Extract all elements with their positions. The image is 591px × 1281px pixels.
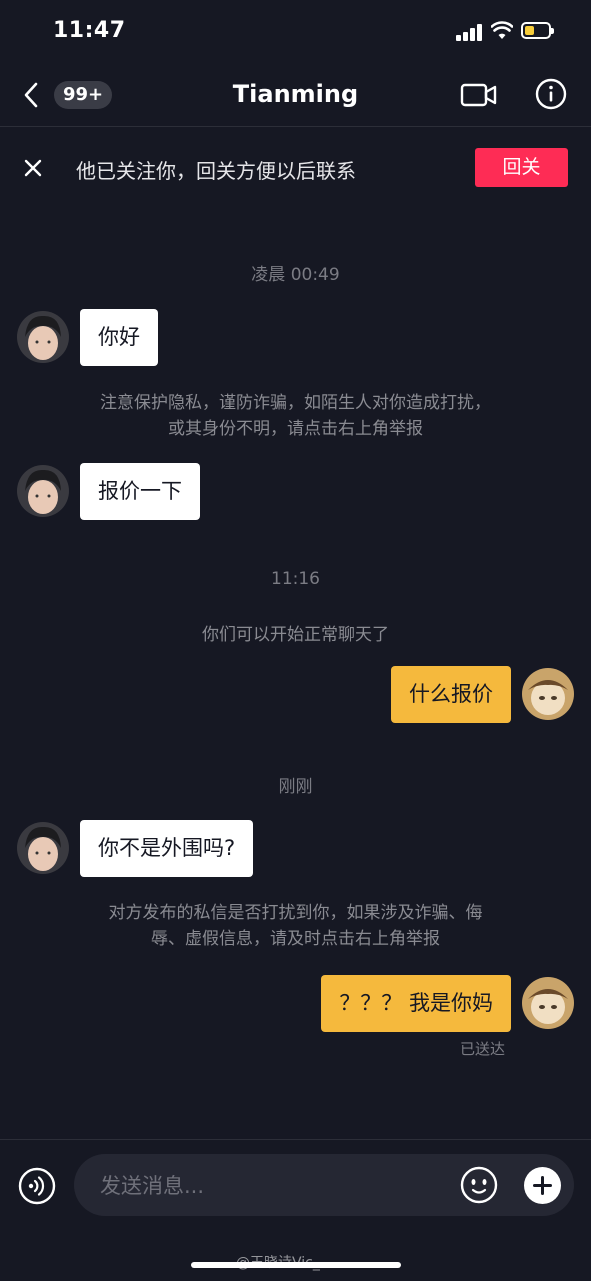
follow-back-button[interactable]: 回关 bbox=[475, 148, 568, 187]
contact-avatar[interactable] bbox=[17, 465, 69, 517]
signal-icon bbox=[456, 23, 484, 41]
follow-back-banner: 他已关注你，回关方便以后联系 回关 bbox=[0, 127, 591, 209]
my-avatar[interactable] bbox=[522, 977, 574, 1029]
status-bar: 11:47 bbox=[0, 0, 591, 64]
timestamp: 11:16 bbox=[271, 569, 320, 589]
contact-avatar[interactable] bbox=[17, 822, 69, 874]
delivered-status: 已送达 bbox=[460, 1040, 506, 1058]
chat-title: Tianming bbox=[232, 80, 359, 108]
close-icon[interactable] bbox=[24, 159, 42, 177]
info-icon[interactable] bbox=[535, 78, 567, 110]
contact-avatar[interactable] bbox=[17, 311, 69, 363]
status-time: 11:47 bbox=[53, 18, 126, 43]
video-call-icon[interactable] bbox=[460, 82, 498, 108]
plus-icon[interactable] bbox=[524, 1167, 561, 1204]
timestamp: 凌晨 00:49 bbox=[251, 265, 340, 285]
banner-message: 他已关注你，回关方便以后联系 bbox=[76, 159, 356, 183]
safety-notice-line: 注意保护隐私，谨防诈骗，如陌生人对你造成打扰， bbox=[100, 393, 491, 413]
outgoing-message[interactable]: ？？？ 我是你妈 bbox=[321, 975, 511, 1032]
watermark: @王晓诗Vic_ bbox=[236, 1255, 320, 1271]
incoming-message[interactable]: 你好 bbox=[80, 309, 158, 366]
safety-notice: 注意保护隐私，谨防诈骗，如陌生人对你造成打扰， 或其身份不明，请点击右上角举报 bbox=[70, 390, 521, 442]
voice-icon[interactable] bbox=[18, 1167, 56, 1205]
my-avatar[interactable] bbox=[522, 668, 574, 720]
message-input[interactable] bbox=[98, 1154, 442, 1218]
emoji-icon[interactable] bbox=[460, 1166, 498, 1204]
outgoing-message[interactable]: 什么报价 bbox=[391, 666, 511, 723]
message-input-bar: @王晓诗Vic_ bbox=[0, 1139, 591, 1281]
report-notice: 对方发布的私信是否打扰到你，如果涉及诈骗、侮 辱、虚假信息，请及时点击右上角举报 bbox=[70, 900, 521, 952]
wifi-icon bbox=[491, 21, 513, 39]
report-notice-line: 对方发布的私信是否打扰到你，如果涉及诈骗、侮 bbox=[108, 903, 483, 923]
safety-notice-line: 或其身份不明，请点击右上角举报 bbox=[168, 419, 423, 439]
chat-header: 99+ Tianming bbox=[0, 64, 591, 127]
timestamp: 刚刚 bbox=[278, 777, 313, 797]
message-input-container bbox=[74, 1154, 574, 1218]
incoming-message[interactable]: 你不是外围吗? bbox=[80, 820, 254, 877]
system-message: 你们可以开始正常聊天了 bbox=[202, 625, 389, 645]
report-notice-line: 辱、虚假信息，请及时点击右上角举报 bbox=[151, 929, 440, 949]
incoming-message[interactable]: 报价一下 bbox=[80, 463, 200, 520]
battery-icon bbox=[521, 22, 554, 39]
